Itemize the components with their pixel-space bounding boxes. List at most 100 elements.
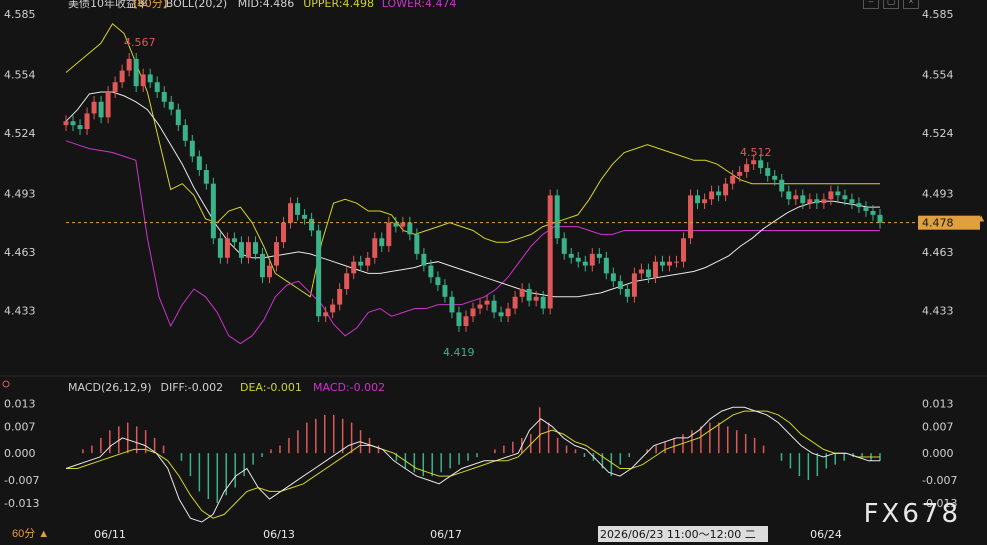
close-icon[interactable]: × bbox=[903, 0, 919, 9]
candle-body bbox=[526, 288, 532, 301]
date-tick: 06/13 bbox=[263, 528, 295, 541]
price-tick-left: 4.433 bbox=[4, 304, 36, 317]
candle-body bbox=[610, 273, 616, 282]
candle-body bbox=[624, 288, 630, 297]
macd-lines bbox=[65, 406, 880, 523]
candle-body bbox=[295, 203, 301, 215]
candle-body bbox=[730, 175, 736, 184]
candle-body bbox=[428, 265, 434, 278]
candle-body bbox=[274, 242, 280, 266]
candle-body bbox=[666, 261, 672, 266]
candle-body bbox=[203, 170, 209, 184]
candle-body bbox=[695, 195, 701, 204]
candle-body bbox=[582, 261, 588, 266]
window-controls: – ▢ × bbox=[863, 0, 919, 9]
candle-body bbox=[491, 300, 497, 313]
candle-body bbox=[330, 304, 336, 313]
candle-body bbox=[540, 296, 546, 309]
candle-body bbox=[877, 214, 883, 223]
candle-body bbox=[568, 253, 574, 258]
candle-body bbox=[351, 261, 357, 274]
candle-body bbox=[765, 168, 771, 176]
interval-tab[interactable]: 60分 ▲ bbox=[12, 525, 49, 541]
candle-body bbox=[91, 101, 97, 114]
candle-body bbox=[821, 199, 827, 204]
macd-tick-left: -0.007 bbox=[4, 474, 39, 487]
candle-body bbox=[238, 242, 244, 258]
candle-body bbox=[344, 273, 350, 289]
candle-body bbox=[140, 74, 146, 87]
candle-body bbox=[231, 238, 237, 243]
header-boll-label: BOLL(20,2) bbox=[166, 0, 227, 10]
candle-body bbox=[323, 312, 329, 317]
candle-body bbox=[772, 175, 778, 180]
candle-body bbox=[631, 273, 637, 297]
candle-body bbox=[814, 199, 820, 204]
candle-body bbox=[477, 304, 483, 309]
macd-header-diff-label: DIFF:-0.002 bbox=[161, 381, 224, 394]
candle-body bbox=[379, 238, 385, 247]
candle-body bbox=[161, 92, 167, 102]
candle-body bbox=[519, 288, 525, 297]
minimize-icon[interactable]: – bbox=[863, 0, 879, 9]
axes: 4.585 4.585 4.554 4.554 4.524 4.524 4.493 4.493… bbox=[4, 8, 957, 541]
date-tick: 06/11 bbox=[94, 528, 126, 541]
candle-body bbox=[147, 74, 153, 83]
candle-body bbox=[498, 312, 504, 317]
candle-body bbox=[421, 253, 427, 266]
candle-body bbox=[702, 199, 708, 204]
candle-body bbox=[470, 308, 476, 317]
candle-body bbox=[435, 277, 441, 286]
candle-body bbox=[126, 58, 132, 71]
boll-mid-line bbox=[65, 91, 880, 298]
candle-body bbox=[716, 191, 722, 196]
candle-body bbox=[603, 257, 609, 274]
candle-body bbox=[407, 222, 413, 235]
candle-body bbox=[554, 195, 560, 239]
candle-body bbox=[119, 70, 125, 83]
candle-body bbox=[98, 101, 104, 118]
candle-body bbox=[863, 207, 869, 211]
restore-icon[interactable]: ▢ bbox=[883, 0, 899, 9]
price-tick-right: 4.433 bbox=[922, 304, 954, 317]
macd-header-macd-label: MACD(26,12,9) bbox=[68, 381, 152, 394]
candle-body bbox=[835, 191, 841, 196]
date-tick: 06/17 bbox=[430, 528, 462, 541]
macd-tick-left: 0.013 bbox=[4, 397, 36, 410]
watermark: FX678 bbox=[863, 499, 961, 529]
candle-body bbox=[77, 125, 83, 130]
candle-body bbox=[259, 253, 265, 278]
candle-body bbox=[547, 195, 553, 309]
candle-body bbox=[154, 82, 160, 93]
candle-body bbox=[217, 238, 223, 258]
candle-body bbox=[400, 222, 406, 227]
candle-body bbox=[337, 288, 343, 305]
candle-body bbox=[723, 183, 729, 196]
candle-body bbox=[561, 238, 567, 254]
price-tick-left: 4.524 bbox=[4, 127, 36, 140]
date-tick: 06/24 bbox=[810, 528, 842, 541]
mid-high-label: 4.512 bbox=[740, 146, 772, 159]
diff-line bbox=[65, 406, 880, 523]
candle-body bbox=[512, 296, 518, 309]
candle-body bbox=[856, 203, 862, 208]
candle-body bbox=[807, 199, 813, 204]
price-tick-right: 4.524 bbox=[922, 127, 954, 140]
candle-body bbox=[245, 242, 251, 258]
candle-body bbox=[758, 160, 764, 169]
header-mid-label: MID:4.486 bbox=[238, 0, 294, 10]
price-tick-right: 4.554 bbox=[922, 68, 954, 81]
candle-body bbox=[309, 218, 315, 231]
candle-body bbox=[365, 257, 371, 266]
candle-body bbox=[456, 312, 462, 327]
candle-body bbox=[589, 253, 595, 266]
candle-body bbox=[302, 214, 308, 219]
candle-body bbox=[463, 316, 469, 327]
candle-body bbox=[288, 203, 294, 223]
candle-body bbox=[688, 195, 694, 239]
chart-canvas[interactable]: 4.585 4.585 4.554 4.554 4.524 4.524 4.493 4.493… bbox=[0, 0, 987, 545]
candle-body bbox=[105, 92, 111, 118]
price-tick-left: 4.554 bbox=[4, 68, 36, 81]
current-price-label: 4.478 bbox=[922, 217, 954, 230]
candle-body bbox=[505, 308, 511, 317]
